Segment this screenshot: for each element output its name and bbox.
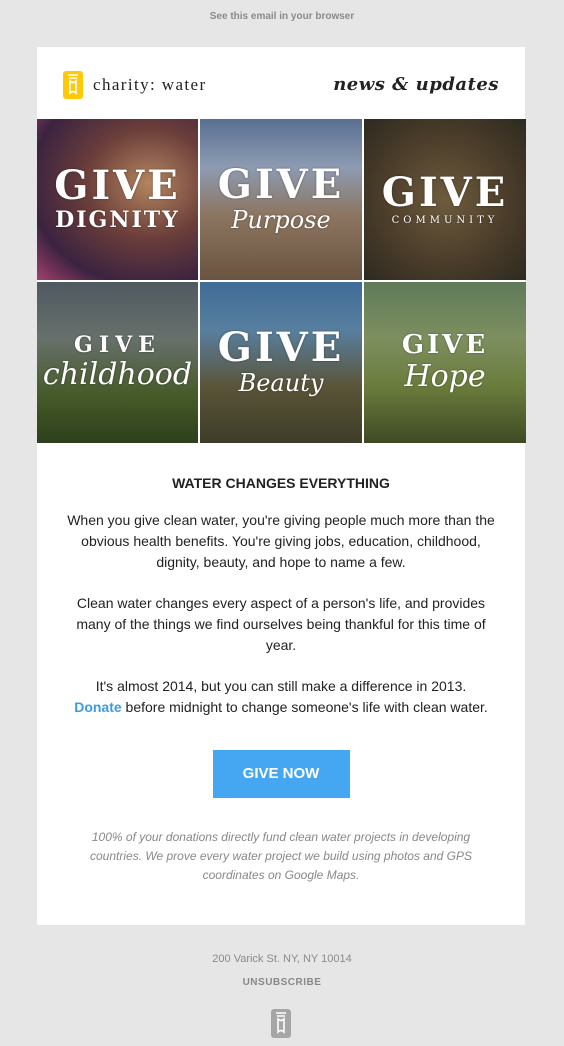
email-body: WATER CHANGES EVERYTHING When you give c… — [37, 443, 525, 885]
news-updates-tagline: news & updates — [333, 74, 499, 95]
tile-give-purpose[interactable]: GIVE Purpose — [200, 119, 362, 280]
email-header: charity: water news & updates — [37, 47, 525, 119]
tile-give-word: GIVE — [217, 161, 345, 209]
give-now-button[interactable]: GIVE NOW — [212, 750, 350, 798]
jerrycan-icon — [271, 1009, 291, 1038]
tile-subject-word: Hope — [404, 359, 486, 394]
donate-link[interactable]: Donate — [74, 699, 121, 715]
tile-give-word: GIVE — [54, 162, 181, 210]
tile-give-word: GIVE — [217, 324, 345, 372]
tile-give-beauty[interactable]: GIVE Beauty — [200, 282, 362, 443]
tile-give-community[interactable]: GIVE COMMUNITY — [364, 119, 526, 280]
tile-give-word: GIVE — [381, 169, 509, 216]
paragraph-thankful: Clean water changes every aspect of a pe… — [76, 595, 486, 653]
paragraph-benefits: When you give clean water, you're giving… — [67, 512, 495, 570]
charity-water-logo[interactable]: charity: water — [63, 71, 207, 99]
jerrycan-icon — [63, 71, 83, 99]
give-image-grid[interactable]: GIVE DIGNITY GIVE Purpose GIVE COMMUNITY… — [37, 119, 526, 443]
tile-subject-word: DIGNITY — [55, 207, 180, 234]
tile-subject-word: Beauty — [238, 369, 324, 398]
tile-give-word: GIVE — [401, 330, 489, 360]
email-card: charity: water news & updates GIVE DIGNI… — [37, 43, 526, 925]
paragraph-donate: It's almost 2014, but you can still make… — [61, 676, 501, 718]
tile-give-childhood[interactable]: GIVE childhood — [37, 282, 198, 443]
headline: WATER CHANGES EVERYTHING — [172, 475, 390, 491]
tile-give-dignity[interactable]: GIVE DIGNITY — [37, 119, 198, 280]
paragraph-donate-line1: It's almost 2014, but you can still make… — [95, 678, 467, 694]
tile-give-hope[interactable]: GIVE Hope — [364, 282, 526, 443]
tile-give-word: GIVE — [74, 332, 161, 358]
tile-subject-word: childhood — [42, 357, 193, 392]
logo-wordmark: charity: water — [93, 75, 207, 94]
paragraph-donate-rest: before midnight to change someone's life… — [121, 699, 488, 715]
footer-address: 200 Varick St. NY, NY 10014 — [212, 953, 352, 965]
unsubscribe-link[interactable]: UNSUBSCRIBE — [0, 977, 564, 988]
tile-subject-word: Purpose — [231, 206, 331, 235]
tile-subject-word: COMMUNITY — [391, 215, 499, 226]
fine-print: 100% of your donations directly fund cle… — [90, 830, 472, 882]
view-in-browser-link[interactable]: See this email in your browser — [0, 11, 564, 22]
